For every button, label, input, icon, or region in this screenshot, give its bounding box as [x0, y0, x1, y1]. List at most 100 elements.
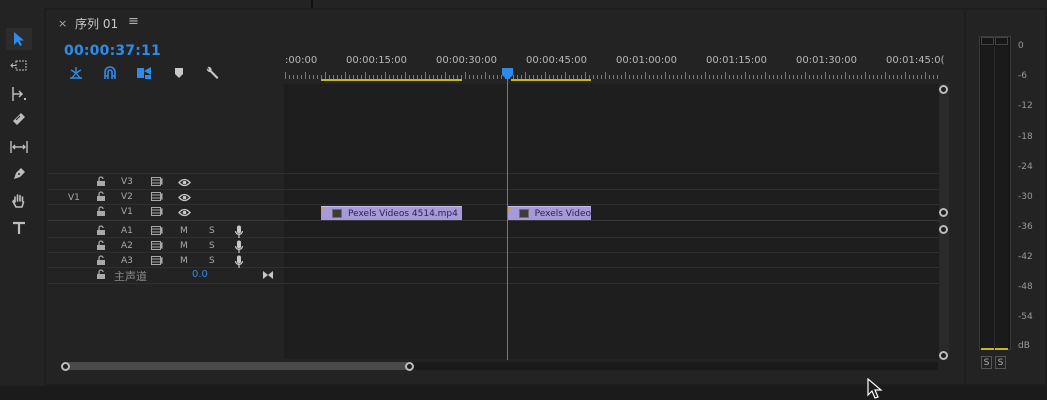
lock-icon[interactable] [96, 240, 106, 254]
sync-lock-icon[interactable] [151, 177, 163, 190]
db-label: -54 [1018, 312, 1033, 322]
sync-lock-icon[interactable] [151, 192, 163, 205]
lock-icon[interactable] [96, 255, 106, 269]
slip-tool-button[interactable] [6, 136, 32, 158]
lock-icon[interactable] [96, 269, 106, 283]
db-label: 0 [1018, 41, 1024, 51]
solo-button[interactable]: S [209, 256, 215, 266]
track-label[interactable]: V2 [121, 192, 133, 202]
solo-button[interactable]: S [209, 241, 215, 251]
sync-lock-icon[interactable] [151, 241, 163, 254]
track-select-icon [10, 60, 27, 71]
video-clip[interactable]: Pexels Video [508, 206, 591, 220]
clip-corner-marker [321, 207, 325, 211]
add-marker-icon[interactable] [170, 65, 188, 81]
master-track-label: 主声道 [114, 270, 147, 283]
linked-selection-icon[interactable] [135, 65, 153, 81]
ruler-time-label: 00:01:45:0( [886, 55, 945, 66]
horizontal-scroll-thumb[interactable] [64, 362, 410, 370]
eye-icon[interactable] [178, 193, 191, 205]
ruler-time-label: 00:01:00:00 [616, 55, 678, 66]
playhead-handle[interactable] [502, 68, 513, 80]
track-label[interactable]: V1 [121, 207, 133, 217]
db-unit-label: dB [1018, 341, 1030, 351]
work-area-bar[interactable] [511, 79, 591, 81]
track-label[interactable]: V3 [121, 177, 133, 187]
track-header-v2: V2 [48, 190, 283, 205]
work-area-bar[interactable] [321, 79, 462, 81]
zoom-handle-right[interactable] [405, 362, 414, 371]
clip-name: Pexels Videos 4514.mp4 [348, 208, 458, 219]
scroll-knob[interactable] [939, 351, 948, 360]
magnet-icon[interactable] [101, 65, 119, 81]
track-divider [48, 173, 939, 174]
selection-tool-button[interactable] [6, 28, 32, 50]
panel-menu-icon[interactable]: ≡ [128, 14, 139, 29]
track-label[interactable]: A2 [121, 241, 133, 251]
clip-indicator-left[interactable] [981, 37, 994, 45]
type-tool-button[interactable] [6, 217, 32, 239]
panel-separator [311, 0, 313, 8]
fx-badge-icon [519, 209, 529, 218]
status-bar [0, 386, 1047, 400]
db-label: -30 [1018, 192, 1033, 202]
lock-icon[interactable] [96, 176, 106, 190]
lock-icon[interactable] [96, 206, 106, 220]
bowtie-transition-icon[interactable] [262, 270, 274, 283]
scroll-knob[interactable] [939, 208, 948, 217]
tab-close-button[interactable]: × [58, 17, 67, 30]
playhead-line[interactable] [507, 78, 508, 360]
scroll-knob[interactable] [939, 225, 948, 234]
sync-lock-icon[interactable] [151, 207, 163, 220]
razor-tool-button[interactable] [6, 108, 32, 130]
track-header-a1: A1 M S [48, 224, 283, 239]
timeline-track-area[interactable] [284, 84, 939, 359]
db-label: -42 [1018, 252, 1033, 262]
snap-icon[interactable] [67, 65, 85, 81]
arrow-pointer-icon [14, 32, 24, 46]
clip-indicator-right[interactable] [995, 37, 1008, 45]
ruler-time-label: :00:00 [285, 55, 318, 66]
mute-button[interactable]: M [180, 241, 188, 251]
lock-icon[interactable] [96, 225, 106, 239]
eye-icon[interactable] [178, 178, 191, 190]
playhead-timecode[interactable]: 00:00:37:11 [64, 43, 161, 59]
ruler-time-label: 00:01:15:00 [706, 55, 768, 66]
meter-solo-left-button[interactable]: S [981, 356, 992, 369]
master-volume-value[interactable]: 0.0 [192, 269, 208, 280]
track-header-master: 主声道 0.0 [48, 268, 283, 283]
clip-corner-marker [508, 207, 512, 211]
meter-channel-right [995, 46, 1008, 348]
video-clip[interactable]: Pexels Videos 4514.mp4 [321, 206, 462, 220]
fx-badge-icon [332, 209, 342, 218]
ripple-edit-tool-button[interactable] [6, 83, 32, 105]
eye-icon[interactable] [178, 208, 191, 220]
vertical-scrollbar[interactable] [939, 84, 949, 360]
slip-icon [10, 141, 28, 153]
pen-icon [14, 168, 25, 179]
track-header-a3: A3 M S [48, 254, 283, 269]
meter-channel-left [981, 46, 995, 348]
db-label: -36 [1018, 222, 1033, 232]
solo-button[interactable]: S [209, 226, 215, 236]
track-header-a2: A2 M S [48, 239, 283, 254]
wrench-settings-icon[interactable] [203, 65, 221, 81]
pen-tool-button[interactable] [6, 163, 32, 185]
track-select-tool-button[interactable] [6, 55, 32, 77]
scroll-knob[interactable] [939, 85, 948, 94]
zoom-handle-left[interactable] [61, 362, 70, 371]
track-label[interactable]: A1 [121, 226, 133, 236]
meter-level-left [981, 348, 994, 350]
mute-button[interactable]: M [180, 226, 188, 236]
type-t-icon [13, 221, 25, 234]
sequence-tab-title[interactable]: 序列 01 [75, 15, 118, 32]
meter-level-right [995, 348, 1008, 350]
mute-button[interactable]: M [180, 256, 188, 266]
track-label[interactable]: A3 [121, 256, 133, 266]
sync-lock-icon[interactable] [151, 226, 163, 239]
lock-icon[interactable] [96, 191, 106, 205]
db-label: -48 [1018, 282, 1033, 292]
meter-solo-right-button[interactable]: S [995, 356, 1006, 369]
video-audio-divider [48, 220, 939, 221]
hand-tool-button[interactable] [6, 190, 32, 212]
